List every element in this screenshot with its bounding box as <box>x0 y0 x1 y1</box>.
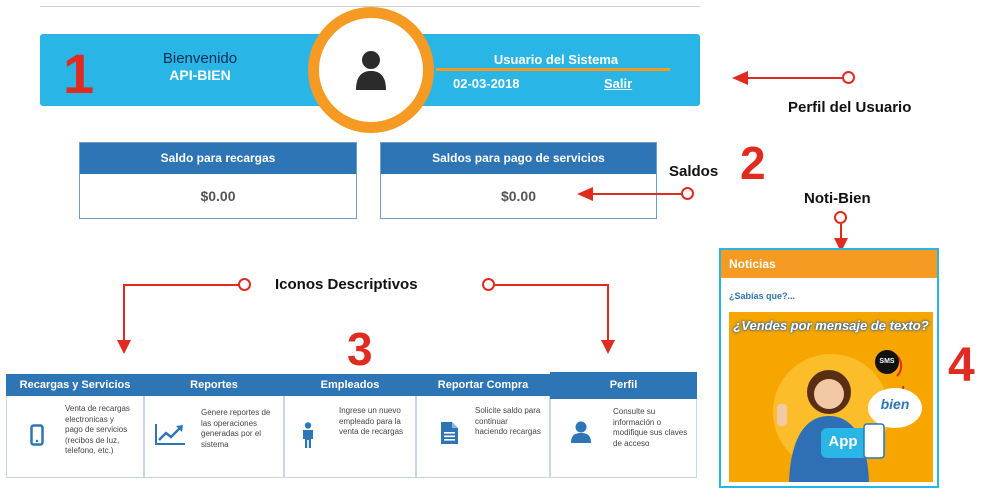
annotation-balances-label: Saldos <box>669 163 719 180</box>
annotation-line-icons-left <box>123 284 239 286</box>
arrow-left-icon <box>577 187 593 201</box>
news-ad-banner[interactable]: ¿Vendes por mensaje de texto? SMS bien A… <box>729 312 933 482</box>
balance-value: $0.00 <box>500 188 537 204</box>
annotation-marker <box>681 187 694 200</box>
annotation-marker <box>842 71 855 84</box>
news-subtitle[interactable]: ¿Sabías que?... <box>721 278 937 301</box>
annotation-news-label: Noti-Bien <box>804 190 871 207</box>
card-reports[interactable]: Reportes Genere reportes de las operacio… <box>144 374 284 478</box>
annotation-icons-label: Iconos Descriptivos <box>275 276 418 293</box>
document-icon <box>441 422 458 444</box>
card-description: Venta de recargas electronicas y pago de… <box>65 404 130 455</box>
card-description: Consulte su información o modifique sus … <box>613 407 688 448</box>
card-title: Perfil <box>550 372 697 399</box>
chart-trend-icon <box>155 424 185 445</box>
arrow-left-icon <box>732 71 748 85</box>
card-recharges-services[interactable]: Recargas y Servicios Venta de recargas e… <box>6 374 144 478</box>
card-title: Empleados <box>284 374 416 396</box>
balance-card-recharges: Saldo para recargas $0.00 <box>79 142 357 219</box>
welcome-label: Bienvenido <box>162 50 238 67</box>
annotation-line-balances <box>591 193 683 195</box>
app-label: App <box>828 433 858 450</box>
balance-card-services: Saldos para pago de servicios $0.00 <box>380 142 657 219</box>
annotation-line-profile <box>746 77 844 79</box>
logout-link[interactable]: Salir <box>604 76 632 91</box>
arrow-down-icon <box>601 340 615 354</box>
user-icon <box>571 421 591 443</box>
annotation-marker <box>238 278 251 291</box>
annotation-marker <box>834 211 847 224</box>
balance-title: Saldo para recargas <box>80 143 356 174</box>
balance-value: $0.00 <box>200 188 236 204</box>
card-profile[interactable]: Perfil Consulte su información o modifiq… <box>550 372 697 478</box>
annotation-number-4: 4 <box>948 339 975 392</box>
banner-divider <box>436 68 670 71</box>
mobile-phone-icon <box>30 424 44 446</box>
card-description: Ingrese un nuevo empleado para la venta … <box>339 406 404 436</box>
card-title: Reportar Compra <box>416 374 550 396</box>
annotation-number-2: 2 <box>740 137 766 189</box>
annotation-line-icons-right <box>495 284 609 286</box>
news-title: Noticias <box>721 250 937 278</box>
avatar[interactable] <box>308 7 434 133</box>
card-title: Recargas y Servicios <box>6 374 144 396</box>
brand-logo: bien <box>880 396 910 412</box>
annotation-line-icons-right-down <box>607 284 609 340</box>
current-date: 02-03-2018 <box>453 76 520 91</box>
annotation-profile-label: Perfil del Usuario <box>788 99 912 116</box>
card-description: Solicite saldo para continuar haciendo r… <box>475 406 541 436</box>
sms-badge: SMS <box>875 350 899 374</box>
annotation-number-1: 1 <box>63 42 95 105</box>
annotation-line-icons-left-down <box>123 284 125 340</box>
card-description: Genere reportes de las operaciones gener… <box>201 408 271 449</box>
arrow-down-icon <box>117 340 131 354</box>
user-avatar-icon <box>356 51 386 90</box>
news-panel: Noticias ¿Sabías que?... ¿Vendes por men… <box>719 248 939 488</box>
card-title: Reportes <box>144 374 284 396</box>
system-user-label: Usuario del Sistema <box>493 52 619 67</box>
balance-title: Saldos para pago de servicios <box>381 143 656 174</box>
annotation-number-3: 3 <box>347 323 373 375</box>
username: API-BIEN <box>169 67 231 83</box>
card-employees[interactable]: Empleados Ingrese un nuevo empleado para… <box>284 374 416 478</box>
person-icon <box>303 422 313 448</box>
card-report-purchase[interactable]: Reportar Compra Solicite saldo para cont… <box>416 374 550 478</box>
annotation-marker <box>482 278 495 291</box>
